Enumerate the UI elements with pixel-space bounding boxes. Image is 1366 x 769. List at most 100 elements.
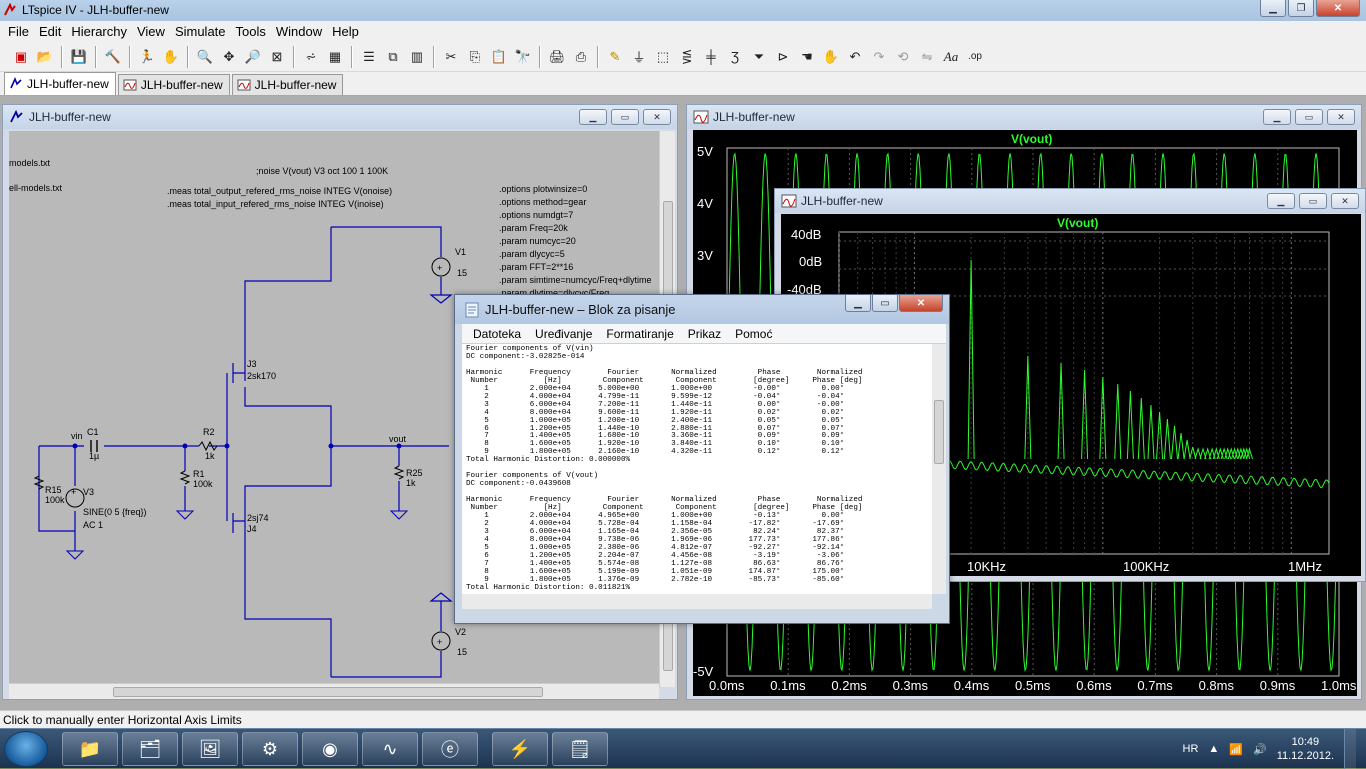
param-directive-5[interactable]: .param simtime=numcyc/Freq+dlytime [499,275,652,285]
close-button[interactable]: ✕ [899,295,943,312]
app-taskbar-icon-4[interactable]: ⚙ [242,732,298,766]
v3-label[interactable]: V3 [83,487,94,497]
rotate-icon[interactable]: ⟲ [892,46,914,68]
waveform-window-titlebar[interactable]: JLH-buffer-new ▁ ▭ ✕ [687,105,1361,129]
v3-ac[interactable]: AC 1 [83,520,103,530]
cascade-icon[interactable]: ⧉ [382,46,404,68]
options-directive-2[interactable]: .options method=gear [499,197,586,207]
inductor-icon[interactable]: Ʒ [724,46,746,68]
print-setup-icon[interactable]: 🖨 [546,46,568,68]
menu-datoteka[interactable]: Datoteka [466,327,528,341]
start-button[interactable] [4,731,48,767]
find-icon[interactable]: 🔭 [512,46,534,68]
minimize-button[interactable]: ▁ [1263,109,1291,125]
notepad-text-area[interactable]: Fourier components of V(vin) DC componen… [462,344,932,594]
cut-icon[interactable]: ✂ [440,46,462,68]
param-directive-1[interactable]: .param Freq=20k [499,223,568,233]
network-icon[interactable]: 📶 [1229,743,1243,756]
menu-tools[interactable]: Tools [231,24,271,39]
menu-edit[interactable]: Edit [34,24,66,39]
text-icon[interactable]: Aa [940,46,962,68]
spice-directive-icon[interactable]: .op [964,46,986,68]
menu-window[interactable]: Window [271,24,327,39]
j3-label[interactable]: J3 [247,359,257,369]
ground-icon[interactable]: ⏚ [628,46,650,68]
close-button[interactable]: ✕ [1316,0,1360,17]
zoom-fit-icon[interactable]: ⊠ [266,46,288,68]
tile-horizontal-icon[interactable]: ☰ [358,46,380,68]
zoom-out-icon[interactable]: 🔎 [242,46,264,68]
notepad-horizontal-scrollbar[interactable] [462,594,932,609]
r25-value[interactable]: 1k [406,478,416,488]
copy-icon[interactable]: ⎘ [464,46,486,68]
move-icon[interactable]: ☚ [796,46,818,68]
v2-value[interactable]: 15 [457,647,467,657]
menu-hierarchy[interactable]: Hierarchy [66,24,132,39]
explorer-taskbar-icon[interactable]: 📁 [62,732,118,766]
language-indicator[interactable]: HR [1183,743,1199,755]
autorange-icon[interactable]: ⩫ [300,46,322,68]
clock[interactable]: 10:49 11.12.2012. [1277,735,1334,763]
print-icon[interactable]: ⎙ [570,46,592,68]
tile-vertical-icon[interactable]: ▥ [406,46,428,68]
pan-icon[interactable]: ✥ [218,46,240,68]
app-taskbar-icon-5[interactable]: ◉ [302,732,358,766]
meas-directive-2[interactable]: .meas total_input_refered_rms_noise INTE… [167,199,384,209]
tray-up-arrow-icon[interactable]: ▲ [1208,743,1219,755]
menu-formatiranje[interactable]: Formatiranje [599,327,680,341]
v1-value[interactable]: 15 [457,268,467,278]
j4-label[interactable]: J4 [247,524,257,534]
redo-icon[interactable]: ↷ [868,46,890,68]
menu-file[interactable]: File [3,24,34,39]
volume-icon[interactable]: 🔊 [1253,743,1267,756]
param-directive-3[interactable]: .param dlycyc=5 [499,249,565,259]
maximize-button[interactable]: ▭ [1299,193,1327,209]
mirror-icon[interactable]: ⇋ [916,46,938,68]
oscilloscope-taskbar-icon[interactable]: ∿ [362,732,418,766]
maximize-button[interactable]: ▭ [872,295,898,312]
r25-label[interactable]: R25 [406,468,423,478]
menu-uredivanje[interactable]: Uređivanje [528,327,599,341]
zoom-in-icon[interactable]: 🔍 [194,46,216,68]
net-label-icon[interactable]: ⬚ [652,46,674,68]
app-taskbar-icon-2[interactable]: 🗂 [122,732,178,766]
close-button[interactable]: ✕ [1327,109,1355,125]
restore-button[interactable]: ❐ [1288,0,1314,17]
minimize-button[interactable]: ▁ [845,295,871,312]
v2-label[interactable]: V2 [455,627,466,637]
options-directive-1[interactable]: .options plotwinsize=0 [499,184,587,194]
minimize-button[interactable]: ▁ [579,109,607,125]
r2-value[interactable]: 1k [205,451,215,461]
close-button[interactable]: ✕ [643,109,671,125]
undo-icon[interactable]: ↶ [844,46,866,68]
r1-value[interactable]: 100k [193,479,213,489]
maximize-button[interactable]: ▭ [611,109,639,125]
v1-label[interactable]: V1 [455,247,466,257]
param-directive-2[interactable]: .param numcyc=20 [499,236,576,246]
notepad-titlebar[interactable]: JLH-buffer-new – Blok za pisanje ▁ ▭ ✕ [455,295,949,324]
r15-value[interactable]: 100k [45,495,65,505]
capacitor-icon[interactable]: ╪ [700,46,722,68]
directive-ell-models[interactable]: ell-models.txt [9,183,62,193]
fft-window-titlebar[interactable]: JLH-buffer-new ▁ ▭ ✕ [775,189,1365,213]
app-taskbar-icon-3[interactable]: 🖼 [182,732,238,766]
c1-value[interactable]: 1µ [89,451,99,461]
save-icon[interactable]: 💾 [68,46,90,68]
new-schematic-icon[interactable]: ▣ [10,46,32,68]
c1-label[interactable]: C1 [87,427,99,437]
halt-icon[interactable]: ✋ [160,46,182,68]
menu-pomoc[interactable]: Pomoć [728,327,779,341]
draw-wire-icon[interactable]: ✎ [604,46,626,68]
menu-help[interactable]: Help [327,24,364,39]
show-desktop-button[interactable] [1344,729,1356,769]
notepad-vertical-scrollbar[interactable] [932,344,946,594]
grid-icon[interactable]: ▦ [324,46,346,68]
component-icon[interactable]: ⊳ [772,46,794,68]
schematic-horizontal-scrollbar[interactable] [9,683,659,699]
menu-simulate[interactable]: Simulate [170,24,231,39]
diode-icon[interactable]: ⏷ [748,46,770,68]
paste-icon[interactable]: 📋 [488,46,510,68]
maximize-button[interactable]: ▭ [1295,109,1323,125]
noise-directive[interactable]: ;noise V(vout) V3 oct 100 1 100K [256,166,388,176]
minimize-button[interactable]: ▁ [1267,193,1295,209]
